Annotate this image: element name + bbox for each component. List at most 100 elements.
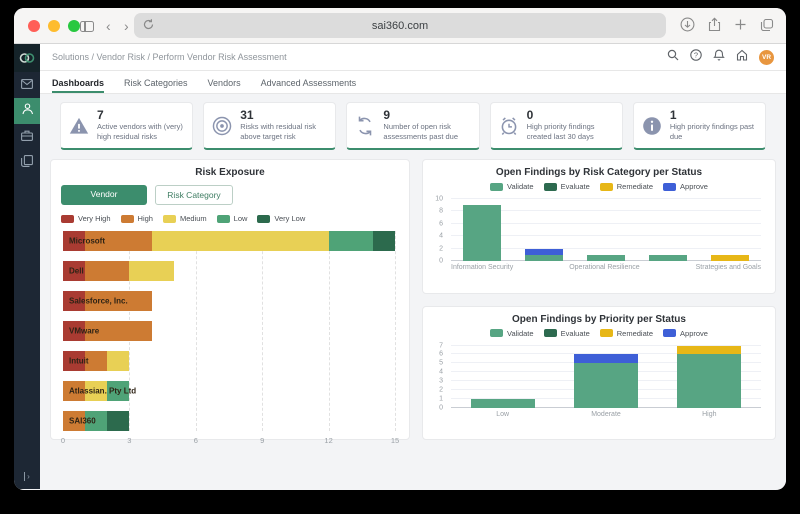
legend-item[interactable]: High [121, 214, 153, 223]
browser-sidebar-toggle-icon[interactable] [80, 21, 94, 32]
help-icon[interactable]: ? [690, 48, 702, 66]
bar-segment-medium[interactable] [129, 261, 173, 281]
bar-segment-validate[interactable] [587, 255, 625, 261]
bar-segment-medium[interactable] [152, 231, 329, 251]
legend-item[interactable]: Validate [490, 182, 534, 191]
search-icon[interactable] [667, 48, 679, 66]
legend-item[interactable]: Remediate [600, 329, 653, 338]
legend-item[interactable]: Evaluate [544, 329, 590, 338]
legend-item[interactable]: Very High [61, 214, 111, 223]
stacked-bar[interactable] [711, 199, 749, 261]
vendor-bar[interactable]: SAI360 [63, 411, 395, 431]
legend-item[interactable]: Approve [663, 329, 708, 338]
vendor-bar[interactable]: Dell [63, 261, 395, 281]
vendor-bar[interactable]: Microsoft [63, 231, 395, 251]
sidebar-item-mail[interactable] [14, 72, 40, 98]
kpi-card-findings-past-due[interactable]: 1 High priority findings past due [633, 102, 766, 150]
sidebar-expand-button[interactable]: › [14, 472, 40, 481]
gridline [395, 231, 396, 431]
bar-slot [699, 199, 761, 261]
tab-dashboards[interactable]: Dashboards [52, 78, 104, 93]
legend-item[interactable]: Evaluate [544, 182, 590, 191]
back-button[interactable]: ‹ [106, 17, 111, 35]
y-tick-label: 2 [439, 245, 443, 252]
kpi-card-findings-created[interactable]: 0 High priority findings created last 30… [490, 102, 623, 150]
minimize-window-button[interactable] [48, 20, 60, 32]
legend-swatch [61, 215, 74, 223]
bar-segment-very-low[interactable] [373, 231, 395, 251]
sidebar-item-vendor-risk[interactable] [14, 98, 40, 124]
vendor-label: VMware [69, 327, 99, 336]
vendor-bar[interactable]: Intuit [63, 351, 395, 371]
share-icon[interactable] [708, 17, 721, 32]
x-axis-label: Operational Resilience [569, 264, 639, 271]
address-bar[interactable]: sai360.com [134, 13, 666, 38]
legend-item[interactable]: Approve [663, 182, 708, 191]
legend-item[interactable]: Medium [163, 214, 207, 223]
findings-by-priority-panel: Open Findings by Priority per Status Val… [422, 306, 776, 441]
bar-segment-very-low[interactable] [107, 411, 129, 431]
vendor-bar[interactable]: Salesforce, Inc. [63, 291, 395, 311]
app-header: Solutions / Vendor Risk / Perform Vendor… [40, 44, 786, 71]
bar-segment-high[interactable] [85, 261, 129, 281]
forward-button[interactable]: › [124, 17, 129, 35]
tab-overview-icon[interactable] [760, 18, 774, 32]
legend-swatch [490, 329, 503, 337]
tab-risk-categories[interactable]: Risk Categories [124, 78, 188, 93]
stacked-bar[interactable] [649, 199, 687, 261]
vendor-bar[interactable]: VMware [63, 321, 395, 341]
sai360-logo[interactable] [14, 44, 40, 72]
reload-icon[interactable] [142, 18, 155, 31]
legend-item[interactable]: Remediate [600, 182, 653, 191]
kpi-row: 7 Active vendors with (very) high residu… [60, 102, 766, 150]
kpi-card-assessments-past-due[interactable]: 9 Number of open risk assessments past d… [346, 102, 479, 150]
stacked-bar[interactable] [463, 199, 501, 261]
bar-segment-validate[interactable] [463, 205, 501, 261]
sidebar-item-briefcase[interactable] [14, 124, 40, 150]
close-window-button[interactable] [28, 20, 40, 32]
user-avatar[interactable]: VR [759, 50, 774, 65]
bar-segment-approve[interactable] [574, 354, 638, 363]
stacked-bar[interactable] [525, 199, 563, 261]
url-text: sai360.com [372, 20, 428, 32]
bar-segment-validate[interactable] [649, 255, 687, 261]
kpi-label: High priority findings past due [670, 122, 758, 142]
new-tab-icon[interactable] [734, 18, 747, 31]
bar-segment-remediate[interactable] [711, 255, 749, 261]
sidebar-item-documents[interactable] [14, 150, 40, 176]
y-tick-label: 1 [439, 395, 443, 402]
tab-advanced-assessments[interactable]: Advanced Assessments [261, 78, 357, 93]
downloads-icon[interactable] [680, 17, 695, 32]
home-icon[interactable] [736, 48, 748, 66]
tab-vendors[interactable]: Vendors [208, 78, 241, 93]
vendor-toggle-button[interactable]: Vendor [61, 185, 147, 205]
risk-category-toggle-button[interactable]: Risk Category [155, 185, 233, 205]
legend-label: Very High [78, 214, 111, 223]
x-tick-label: 6 [194, 436, 198, 445]
bar-slot [513, 199, 575, 261]
legend-item[interactable]: Low [217, 214, 248, 223]
x-tick-label: 12 [324, 436, 332, 445]
bar-segment-validate[interactable] [471, 399, 535, 408]
svg-text:?: ? [694, 51, 698, 60]
legend-label: Medium [180, 214, 207, 223]
legend-item[interactable]: Very Low [257, 214, 305, 223]
stacked-bar[interactable] [574, 346, 638, 408]
vendor-bar[interactable]: Atlassian. Pty Ltd [63, 381, 395, 401]
bell-icon[interactable] [713, 48, 725, 66]
bar-segment-validate[interactable] [525, 255, 563, 261]
stacked-bar[interactable] [587, 199, 625, 261]
stacked-bar[interactable] [677, 346, 741, 408]
legend-item[interactable]: Validate [490, 329, 534, 338]
y-tick-label: 7 [439, 342, 443, 349]
bar-segment-medium[interactable] [107, 351, 129, 371]
zoom-window-button[interactable] [68, 20, 80, 32]
kpi-card-residual-risk[interactable]: 31 Risks with residual risk above target… [203, 102, 336, 150]
bar-segment-validate[interactable] [677, 354, 741, 407]
kpi-card-active-vendors[interactable]: 7 Active vendors with (very) high residu… [60, 102, 193, 150]
stacked-bar[interactable] [471, 346, 535, 408]
app-sidebar: › [14, 44, 40, 489]
bar-segment-validate[interactable] [574, 363, 638, 407]
bar-segment-low[interactable] [329, 231, 373, 251]
bar-segment-remediate[interactable] [677, 346, 741, 355]
